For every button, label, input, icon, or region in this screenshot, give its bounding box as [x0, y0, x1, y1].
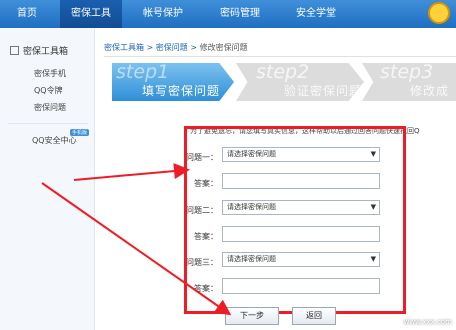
watermark: www.xxx.com	[403, 318, 452, 326]
arrow-to-next-icon	[41, 182, 232, 316]
annotation-arrows	[41, 163, 232, 316]
arrow-to-form-icon	[73, 163, 190, 181]
